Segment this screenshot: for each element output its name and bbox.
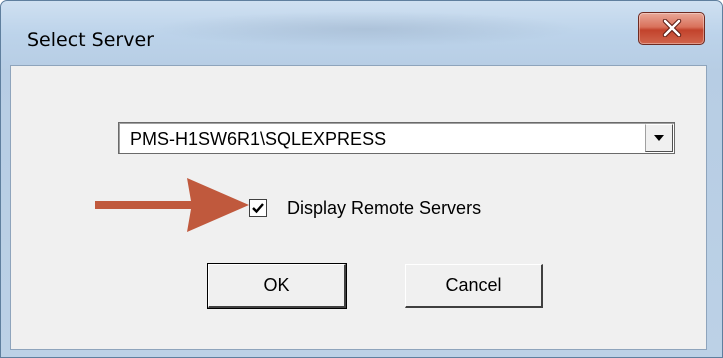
ok-button[interactable]: OK <box>207 263 347 309</box>
dialog-title: Select Server <box>27 29 154 51</box>
close-button[interactable] <box>638 12 705 45</box>
server-dropdown-value: PMS-H1SW6R1\SQLEXPRESS <box>130 129 387 149</box>
titlebar-background-blur <box>151 11 581 47</box>
cancel-button[interactable]: Cancel <box>405 264 543 308</box>
checkmark-icon <box>252 203 264 214</box>
dropdown-button[interactable] <box>645 124 673 152</box>
dialog-client-area: PMS-H1SW6R1\SQLEXPRESS Display Remote Se… <box>10 65 707 350</box>
remote-servers-label: Display Remote Servers <box>287 197 482 218</box>
chevron-down-icon <box>654 135 664 141</box>
server-dropdown[interactable]: PMS-H1SW6R1\SQLEXPRESS <box>118 122 675 154</box>
close-icon <box>662 19 682 37</box>
arrow-right-icon <box>95 178 249 232</box>
remote-servers-checkbox[interactable] <box>249 199 267 217</box>
remote-servers-option[interactable]: Display Remote Servers <box>249 196 481 220</box>
dialog-window: Select Server PMS-H1SW6R1\SQLEXPRESS Dis… <box>0 0 723 358</box>
